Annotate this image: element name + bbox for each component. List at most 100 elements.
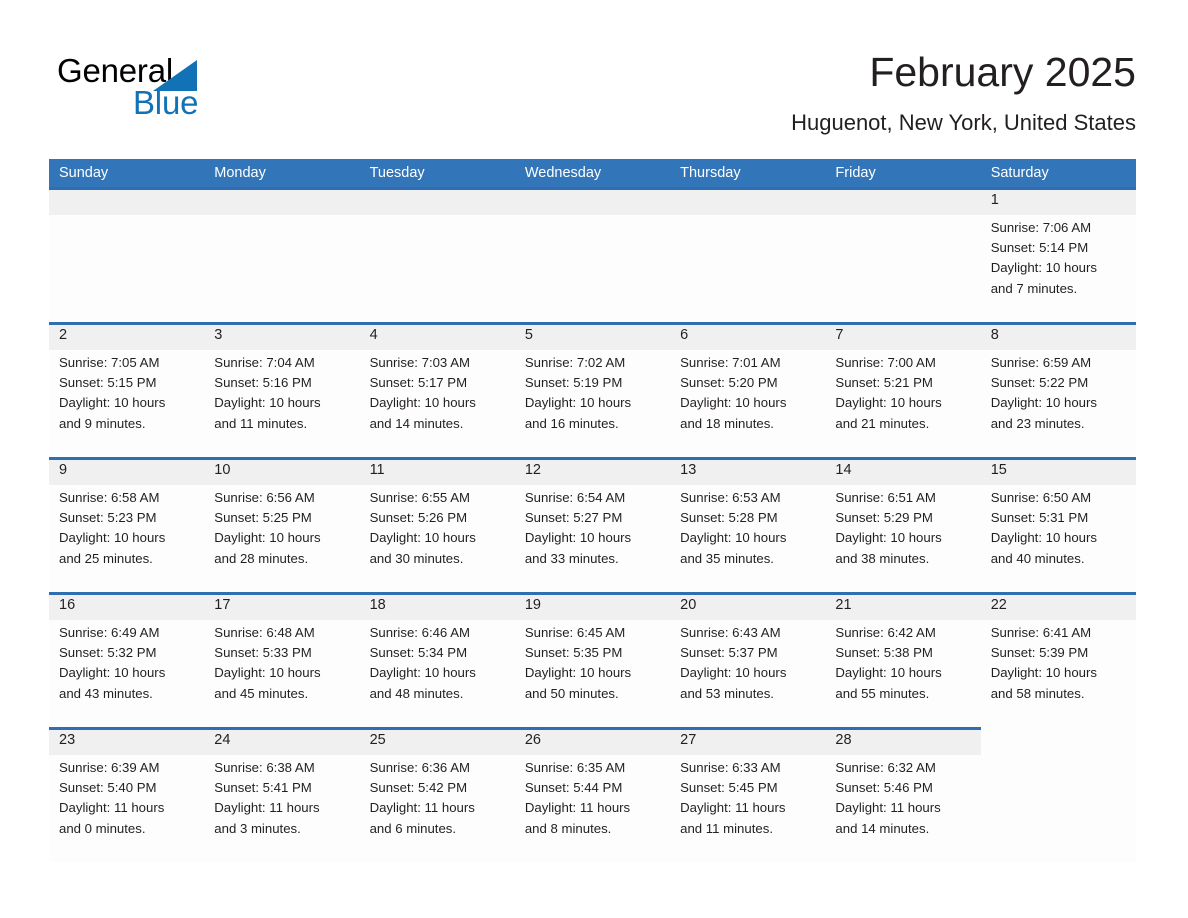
day-cell[interactable]: 18 Sunrise: 6:46 AM Sunset: 5:34 PM Dayl… [359,592,515,727]
sunset-text: Sunset: 5:45 PM [680,780,778,796]
day-cell[interactable]: 15 Sunrise: 6:50 AM Sunset: 5:31 PM Dayl… [980,457,1136,592]
day-number-band [204,187,360,215]
sunset-text: Sunset: 5:40 PM [59,780,157,796]
day-cell[interactable]: 25 Sunrise: 6:36 AM Sunset: 5:42 PM Dayl… [359,727,515,862]
day-cell[interactable]: 23 Sunrise: 6:39 AM Sunset: 5:40 PM Dayl… [49,727,205,862]
daylight-text-line2: and 14 minutes. [835,820,930,836]
general-blue-logo[interactable]: General Blue [57,52,287,130]
daylight-text-line1: Daylight: 10 hours [524,530,632,546]
daylight-text-line2: and 11 minutes. [680,820,773,836]
weekday-header-saturday: Saturday [990,165,1049,181]
day-details: Sunrise: 6:56 AM Sunset: 5:25 PM Dayligh… [214,488,353,569]
daylight-text-line1: Daylight: 11 hours [369,800,475,816]
day-details: Sunrise: 6:53 AM Sunset: 5:28 PM Dayligh… [680,488,819,569]
day-number: 15 [990,462,1007,478]
day-cell[interactable]: 24 Sunrise: 6:38 AM Sunset: 5:41 PM Dayl… [204,727,360,862]
day-cell[interactable]: 16 Sunrise: 6:49 AM Sunset: 5:32 PM Dayl… [49,592,205,727]
day-cell[interactable] [204,187,360,322]
sunrise-text: Sunrise: 6:54 AM [524,490,626,505]
day-cell[interactable]: 28 Sunrise: 6:32 AM Sunset: 5:46 PM Dayl… [825,727,981,862]
daylight-text-line1: Daylight: 10 hours [214,395,321,411]
day-details: Sunrise: 6:48 AM Sunset: 5:33 PM Dayligh… [214,623,353,704]
day-details: Sunrise: 6:55 AM Sunset: 5:26 PM Dayligh… [370,488,509,569]
day-cell[interactable]: 14 Sunrise: 6:51 AM Sunset: 5:29 PM Dayl… [825,457,981,592]
week-row: 2 Sunrise: 7:05 AM Sunset: 5:15 PM Dayli… [49,322,1136,457]
sunset-text: Sunset: 5:38 PM [835,645,933,661]
day-cell[interactable]: 5 Sunrise: 7:02 AM Sunset: 5:19 PM Dayli… [514,322,671,457]
day-cell[interactable]: 7 Sunrise: 7:00 AM Sunset: 5:21 PM Dayli… [825,322,981,457]
day-cell[interactable] [670,187,826,322]
daylight-text-line1: Daylight: 10 hours [369,665,476,681]
day-cell[interactable]: 26 Sunrise: 6:35 AM Sunset: 5:44 PM Dayl… [514,727,671,862]
day-details: Sunrise: 7:03 AM Sunset: 5:17 PM Dayligh… [370,353,509,434]
day-cell[interactable]: 1 Sunrise: 7:06 AM Sunset: 5:14 PM Dayli… [980,187,1136,322]
day-details: Sunrise: 7:02 AM Sunset: 5:19 PM Dayligh… [525,353,664,434]
day-number: 7 [835,327,844,343]
sunset-text: Sunset: 5:32 PM [59,645,157,661]
daylight-text-line2: and 50 minutes. [524,685,619,701]
daylight-text-line2: and 55 minutes. [835,685,930,701]
day-number: 6 [680,327,689,343]
day-cell[interactable]: 8 Sunrise: 6:59 AM Sunset: 5:22 PM Dayli… [980,322,1136,457]
day-cell[interactable]: 21 Sunrise: 6:42 AM Sunset: 5:38 PM Dayl… [825,592,981,727]
sunrise-text: Sunrise: 7:05 AM [59,355,160,370]
sunset-text: Sunset: 5:14 PM [990,240,1089,256]
sunrise-text: Sunrise: 6:36 AM [369,760,470,775]
day-cell[interactable] [514,187,671,322]
day-number: 20 [680,597,697,613]
week-row: 9 Sunrise: 6:58 AM Sunset: 5:23 PM Dayli… [49,457,1136,592]
day-number: 13 [680,462,697,478]
weekday-header-row: Sunday Monday Tuesday Wednesday Thursday… [49,159,1136,187]
daylight-text-line2: and 14 minutes. [369,415,464,431]
day-number-band [49,322,205,350]
day-number: 5 [524,327,533,343]
daylight-text-line1: Daylight: 10 hours [990,530,1097,546]
sunrise-text: Sunrise: 6:56 AM [214,490,315,505]
day-number-band [670,322,826,350]
daylight-text-line1: Daylight: 11 hours [59,800,165,816]
day-number: 24 [214,732,231,748]
day-cell[interactable]: 2 Sunrise: 7:05 AM Sunset: 5:15 PM Dayli… [49,322,205,457]
day-cell[interactable]: 3 Sunrise: 7:04 AM Sunset: 5:16 PM Dayli… [204,322,360,457]
sunrise-text: Sunrise: 7:00 AM [835,355,936,370]
sunset-text: Sunset: 5:46 PM [835,780,933,796]
day-details: Sunrise: 7:01 AM Sunset: 5:20 PM Dayligh… [680,353,819,434]
day-cell[interactable]: 9 Sunrise: 6:58 AM Sunset: 5:23 PM Dayli… [49,457,205,592]
day-cell[interactable]: 12 Sunrise: 6:54 AM Sunset: 5:27 PM Dayl… [514,457,671,592]
week-row: 1 Sunrise: 7:06 AM Sunset: 5:14 PM Dayli… [49,187,1136,322]
day-cell[interactable]: 17 Sunrise: 6:48 AM Sunset: 5:33 PM Dayl… [204,592,360,727]
day-cell[interactable]: 22 Sunrise: 6:41 AM Sunset: 5:39 PM Dayl… [980,592,1136,727]
day-details: Sunrise: 7:00 AM Sunset: 5:21 PM Dayligh… [835,353,974,434]
day-cell[interactable]: 20 Sunrise: 6:43 AM Sunset: 5:37 PM Dayl… [670,592,826,727]
daylight-text-line2: and 43 minutes. [59,685,153,701]
day-cell[interactable] [359,187,515,322]
day-cell[interactable]: 6 Sunrise: 7:01 AM Sunset: 5:20 PM Dayli… [670,322,826,457]
day-cell[interactable] [980,727,1136,862]
day-cell[interactable]: 19 Sunrise: 6:45 AM Sunset: 5:35 PM Dayl… [514,592,671,727]
day-cell[interactable]: 13 Sunrise: 6:53 AM Sunset: 5:28 PM Dayl… [670,457,826,592]
day-cell[interactable]: 4 Sunrise: 7:03 AM Sunset: 5:17 PM Dayli… [359,322,515,457]
day-details: Sunrise: 6:59 AM Sunset: 5:22 PM Dayligh… [991,353,1130,434]
day-cell[interactable] [49,187,205,322]
daylight-text-line1: Daylight: 11 hours [835,800,941,816]
sunrise-text: Sunrise: 7:01 AM [680,355,781,370]
daylight-text-line1: Daylight: 10 hours [59,530,166,546]
day-number: 19 [524,597,541,613]
day-details: Sunrise: 7:06 AM Sunset: 5:14 PM Dayligh… [991,218,1130,299]
week-row: 23 Sunrise: 6:39 AM Sunset: 5:40 PM Dayl… [49,727,1136,862]
sunrise-text: Sunrise: 7:04 AM [214,355,315,370]
day-cell[interactable]: 11 Sunrise: 6:55 AM Sunset: 5:26 PM Dayl… [359,457,515,592]
daylight-text-line2: and 21 minutes. [835,415,930,431]
day-cell[interactable]: 27 Sunrise: 6:33 AM Sunset: 5:45 PM Dayl… [670,727,826,862]
daylight-text-line2: and 48 minutes. [369,685,464,701]
daylight-text-line1: Daylight: 11 hours [214,800,320,816]
sunset-text: Sunset: 5:17 PM [369,375,468,391]
daylight-text-line2: and 53 minutes. [680,685,774,701]
daylight-text-line1: Daylight: 10 hours [835,395,942,411]
daylight-text-line1: Daylight: 10 hours [680,665,787,681]
daylight-text-line1: Daylight: 11 hours [680,800,786,816]
day-number-band [204,322,360,350]
day-cell[interactable]: 10 Sunrise: 6:56 AM Sunset: 5:25 PM Dayl… [204,457,360,592]
day-details: Sunrise: 6:43 AM Sunset: 5:37 PM Dayligh… [680,623,819,704]
day-cell[interactable] [825,187,981,322]
